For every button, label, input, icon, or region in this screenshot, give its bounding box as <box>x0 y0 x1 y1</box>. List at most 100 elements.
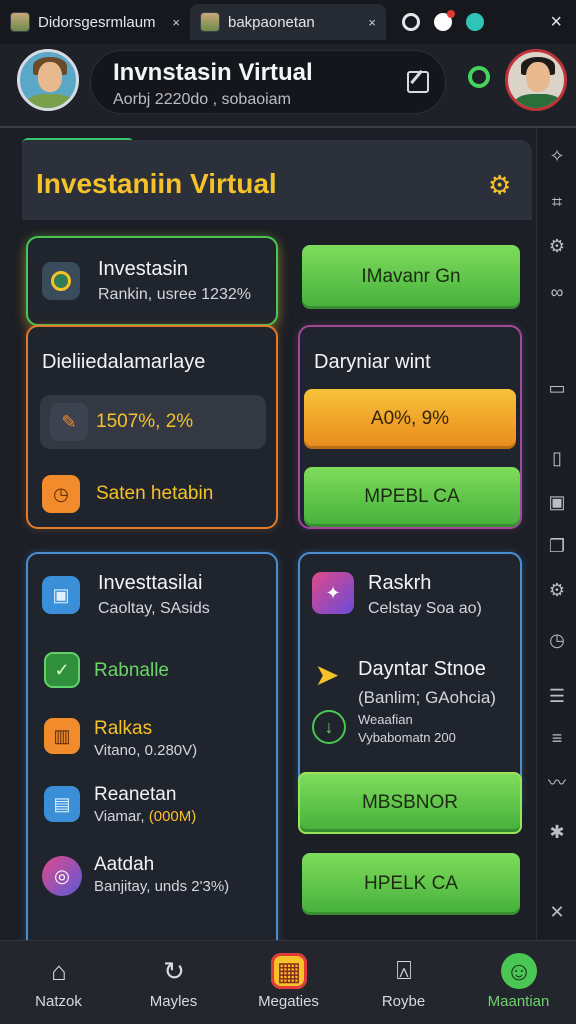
gear-icon[interactable]: ⚙ <box>545 578 569 602</box>
tab-title: Didorsgesrmlaum <box>38 13 156 31</box>
window-close-icon[interactable]: × <box>550 11 562 34</box>
app-header: Invnstasin Virtual Aorbj 2220do , sobaoi… <box>0 44 576 128</box>
stat-value: 1507%, 2% <box>96 411 194 432</box>
download-icon[interactable]: ↓ <box>312 710 346 744</box>
tab-close-icon[interactable]: × <box>368 15 376 30</box>
card-title: Investtasilai <box>98 572 203 594</box>
notification-icon[interactable] <box>434 10 455 31</box>
card-title: Dieliiedalamarlaye <box>42 351 206 373</box>
dary-card: Daryniar wint A0%, 9% MPEBL CA <box>298 325 522 529</box>
avatar-left[interactable] <box>17 49 79 111</box>
hpelk-button[interactable]: HPELK CA <box>302 853 520 915</box>
item-title: Dayntar Stnoe <box>358 658 486 680</box>
nav-label: Natzok <box>35 993 82 1010</box>
record-icon[interactable] <box>402 13 420 31</box>
rocket-icon: ➤ <box>314 658 340 692</box>
online-status-icon <box>468 66 490 88</box>
link-icon[interactable]: ∞ <box>545 280 569 304</box>
card-subtitle: Celstay Soa ao) <box>368 600 482 617</box>
edit-icon[interactable] <box>407 71 429 93</box>
diel-card: Dieliiedalamarlaye ✎ 1507%, 2% ◷ Saten h… <box>26 325 278 529</box>
user-icon: ☺ <box>501 953 537 989</box>
mbsbnor-button[interactable]: MBSBNOR <box>298 772 522 834</box>
title-pill[interactable]: Invnstasin Virtual Aorbj 2220do , sobaoi… <box>90 50 446 114</box>
scan-icon[interactable]: ⌗ <box>545 190 569 214</box>
main-panel: Investaniin Virtual ⚙ Investasin Rankin,… <box>0 128 536 1024</box>
tab-favicon <box>10 12 30 32</box>
list-item-title: Aatdah <box>94 854 155 875</box>
stat-pill: ✎ 1507%, 2% <box>40 395 266 449</box>
tab-close-icon[interactable]: × <box>172 15 180 30</box>
primary-action-button[interactable]: IMavanr Gn <box>302 245 520 309</box>
apps-icon: ✦ <box>312 572 354 614</box>
chart-icon[interactable]: 〰 <box>545 770 569 794</box>
nav-item-mayles[interactable]: ↻ Mayles <box>116 941 231 1024</box>
list-item[interactable]: ◎ Aatdah Banjitay, unds 2'3%) <box>28 848 278 908</box>
badge-icon: ⍓ <box>396 955 412 985</box>
list-item-title: Reanetan <box>94 784 177 805</box>
menu-icon[interactable]: ≡ <box>545 726 569 750</box>
nav-item-natzok[interactable]: ⌂ Natzok <box>1 941 116 1024</box>
sparkle-icon[interactable]: ✱ <box>545 820 569 844</box>
camera-icon: ◎ <box>42 856 82 896</box>
check-icon: ✓ <box>44 652 80 688</box>
browser-tab-strip: Didorsgesrmlaum × bakpaonetan × × <box>0 0 576 44</box>
tab-favicon <box>200 12 220 32</box>
item-subtitle: (Banlim; GAohcia) <box>358 688 496 707</box>
card-subtitle: Rankin, usree 1232% <box>98 286 251 303</box>
close-icon[interactable]: ✕ <box>545 900 569 924</box>
card-title: Raskrh <box>368 572 432 594</box>
copy-icon[interactable]: ❐ <box>545 534 569 558</box>
settings-gear-icon[interactable]: ⚙ <box>488 172 511 198</box>
nav-label: Megaties <box>258 993 319 1010</box>
nav-label: Mayles <box>149 993 198 1010</box>
app-subtitle: Aorbj 2220do , sobaoiam <box>113 91 291 108</box>
list-item-subtitle: Banjitay, unds 2'3%) <box>94 878 230 895</box>
extension-icon[interactable] <box>466 13 484 31</box>
investasin-card[interactable]: Investasin Rankin, usree 1232% <box>26 236 278 326</box>
avatar-right[interactable] <box>505 49 567 111</box>
small-title: Weaafian <box>358 712 413 727</box>
card-title: Daryniar wint <box>314 351 431 373</box>
refresh-icon: ↻ <box>163 955 185 986</box>
list-icon[interactable]: ☰ <box>545 684 569 708</box>
mpebl-button[interactable]: MPEBL CA <box>304 467 520 527</box>
page-title: Investaniin Virtual <box>36 168 277 199</box>
window-icon[interactable]: ▭ <box>545 376 569 400</box>
tablet-icon[interactable]: ▯ <box>545 446 569 470</box>
grid-icon: ▦ <box>271 953 307 989</box>
settings-icon[interactable]: ⚙ <box>545 234 569 258</box>
list-item-subtitle: Vitano, 0.280V) <box>94 742 198 759</box>
brush-icon: ✎ <box>50 403 88 441</box>
home-icon: ⌂ <box>51 955 67 986</box>
list-item[interactable]: ▤ Reanetan Viamar, (000M) <box>28 778 278 838</box>
card-subtitle: Caoltay, SAsids <box>98 600 210 617</box>
bar-chart-icon: ▥ <box>44 718 80 754</box>
nav-item-maantian[interactable]: ☺ Maantian <box>461 941 576 1024</box>
nav-item-roybe[interactable]: ⍓ Roybe <box>346 941 461 1024</box>
tab-1[interactable]: Didorsgesrmlaum × <box>0 4 190 40</box>
list-item-title: Ralkas <box>94 718 153 739</box>
nav-label: Roybe <box>381 993 426 1010</box>
app-title: Invnstasin Virtual <box>113 59 313 86</box>
timer-icon[interactable]: ◷ <box>42 475 80 513</box>
tab-title: bakpaonetan <box>228 13 315 31</box>
card-title: Investasin <box>98 258 189 280</box>
wand-icon[interactable]: ✧ <box>545 144 569 168</box>
clock-icon[interactable]: ◷ <box>545 628 569 652</box>
small-subtitle: Vybabomatn 200 <box>358 730 456 745</box>
list-item-subtitle: Viamar, (000M) <box>94 808 197 825</box>
document-icon: ▣ <box>42 576 80 614</box>
globe-icon <box>42 262 80 300</box>
stat-button[interactable]: A0%, 9% <box>304 389 516 449</box>
toolbar-icons <box>402 10 484 31</box>
list-item[interactable]: ✓ Rabnalle <box>28 644 278 704</box>
image-icon[interactable]: ▣ <box>545 490 569 514</box>
right-toolbar: ✧ ⌗ ⚙ ∞ ▭ ▯ ▣ ❐ ⚙ ◷ ☰ ≡ 〰 ✱ ✕ <box>536 128 576 940</box>
action-link[interactable]: Saten hetabin <box>96 483 213 505</box>
list-item-title: Rabnalle <box>94 660 169 681</box>
nav-item-megaties[interactable]: ▦ Megaties <box>231 941 346 1024</box>
list-item[interactable]: ▥ Ralkas Vitano, 0.280V) <box>28 712 278 772</box>
tab-2[interactable]: bakpaonetan × <box>190 4 386 40</box>
nav-label: Maantian <box>487 993 550 1010</box>
